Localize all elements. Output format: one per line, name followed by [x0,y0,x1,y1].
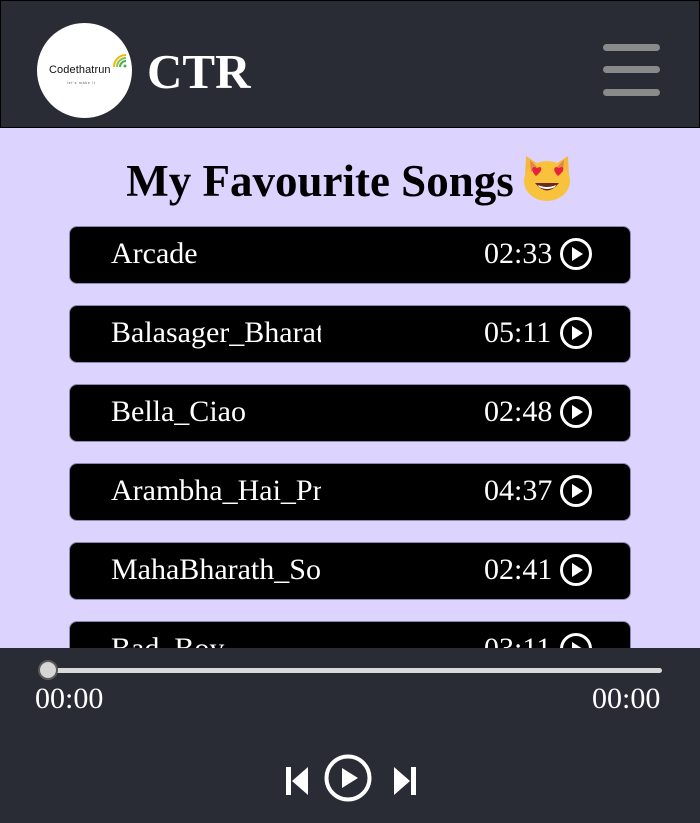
logo-text: Codethatrun [49,64,111,76]
play-circle-icon[interactable] [559,632,593,648]
current-time: 00:00 [35,682,104,715]
page-title: My Favourite Songs [0,150,700,207]
play-circle-icon[interactable] [559,316,593,350]
next-icon[interactable] [393,765,417,797]
song-duration: 02:33 [484,237,553,270]
song-duration: 04:37 [484,474,553,507]
play-circle-icon[interactable] [559,237,593,271]
song-title: Balasager_Bharat [111,316,321,349]
hamburger-menu-icon[interactable] [603,42,661,98]
song-duration: 03:11 [484,632,551,648]
song-item[interactable]: Arcade 02:33 [69,226,631,284]
progress-thumb[interactable] [38,660,58,680]
brand-logo[interactable]: Codethatrun let's make it [37,23,132,118]
play-icon[interactable] [323,753,373,803]
top-navbar: Codethatrun let's make it CTR [0,0,700,128]
logo-tagline: let's make it [67,81,96,85]
song-title: Arcade [111,237,198,270]
play-circle-icon[interactable] [559,395,593,429]
song-duration: 02:41 [484,553,553,586]
heart-eyes-cat-emoji-icon [523,156,570,201]
brand-name: CTR [147,44,251,99]
song-item[interactable]: Bella_Ciao 02:48 [69,384,631,442]
previous-icon[interactable] [285,765,309,797]
song-title: MahaBharath_Song [111,553,321,586]
progress-bar[interactable] [40,668,662,673]
song-title: Arambha_Hai_Prachand [111,474,321,507]
play-circle-icon[interactable] [559,553,593,587]
song-duration: 02:48 [484,395,553,428]
song-item[interactable]: MahaBharath_Song 02:41 [69,542,631,600]
wifi-signal-icon [113,54,127,68]
song-item[interactable]: Bad_Boy 03:11 [69,621,631,648]
play-circle-icon[interactable] [559,474,593,508]
total-time: 00:00 [592,682,661,715]
music-player-bar: 00:00 00:00 [0,648,700,823]
song-title: Bad_Boy [111,632,321,648]
page-title-text: My Favourite Songs [126,156,514,206]
song-item[interactable]: Arambha_Hai_Prachand 04:37 [69,463,631,521]
song-duration: 05:11 [484,316,552,349]
song-item[interactable]: Balasager_Bharat 05:11 [69,305,631,363]
song-title: Bella_Ciao [111,395,246,428]
